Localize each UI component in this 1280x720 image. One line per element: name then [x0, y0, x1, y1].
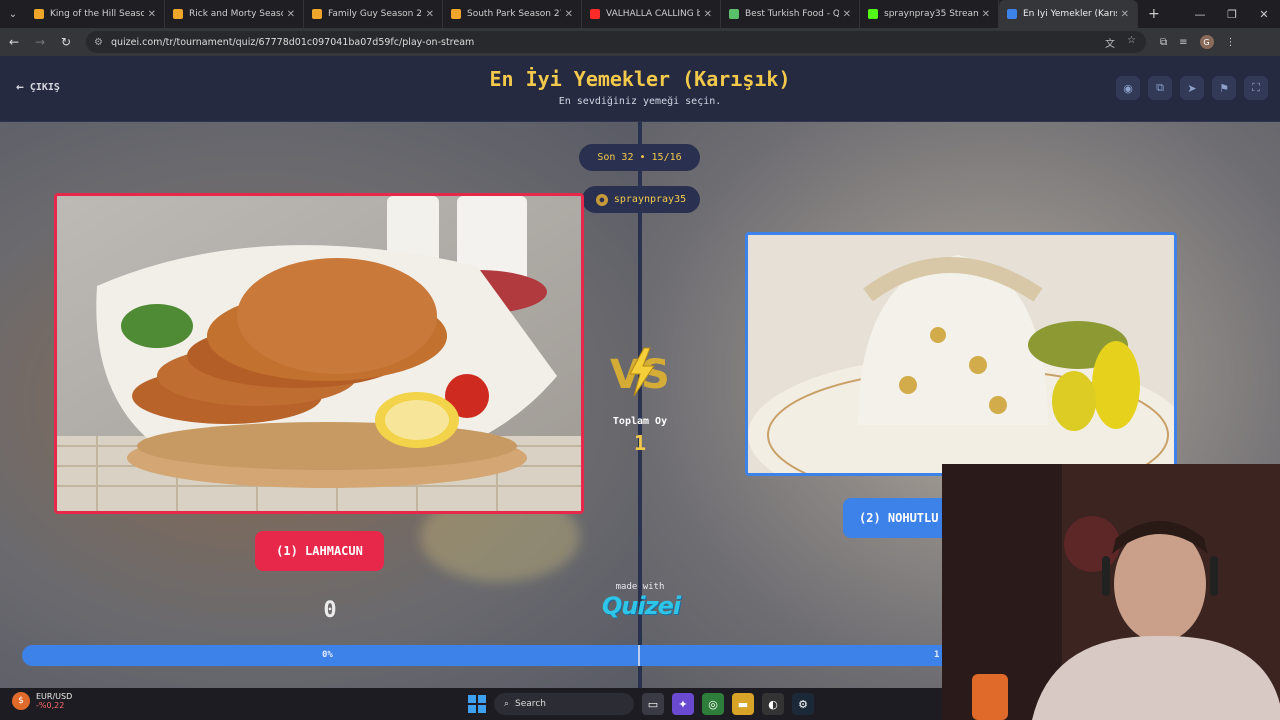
browser-tab[interactable]: En İyi Yemekler (Karışık) ✕ [999, 0, 1138, 28]
tab-title: En İyi Yemekler (Karışık) [1023, 9, 1117, 19]
tab-close-icon[interactable]: ✕ [843, 9, 851, 20]
ticker-name: EUR/USD [36, 692, 73, 701]
page-title: En İyi Yemekler (Karışık) [489, 67, 791, 91]
translate-icon[interactable]: 文 [1105, 35, 1115, 50]
browser-tab[interactable]: Family Guy Season 23 - W ✕ [304, 0, 443, 28]
ticker-change: -%0,22 [36, 701, 65, 710]
close-window-icon[interactable]: ✕ [1248, 0, 1280, 28]
tab-title: Family Guy Season 23 - W [328, 9, 422, 19]
eye-icon[interactable]: ◉ [1116, 76, 1140, 100]
nohutlu-pilav-photo [748, 235, 1174, 473]
option-1-image[interactable] [54, 193, 584, 514]
fullscreen-icon[interactable]: ⛶ [1244, 76, 1268, 100]
profile-avatar[interactable]: G [1199, 35, 1214, 49]
tab-close-icon[interactable]: ✕ [704, 9, 712, 20]
tab-favicon-icon [729, 9, 739, 19]
obs-icon[interactable]: ◐ [762, 693, 784, 715]
restore-icon[interactable]: ❐ [1216, 0, 1248, 28]
steam-icon[interactable]: ⚙ [792, 693, 814, 715]
tab-close-icon[interactable]: ✕ [426, 9, 434, 20]
webcam-overlay [942, 464, 1280, 720]
tab-favicon-icon [451, 9, 461, 19]
tab-favicon-icon [312, 9, 322, 19]
progress-midline [638, 645, 640, 666]
task-view-icon[interactable]: ▭ [642, 693, 664, 715]
lahmacun-photo [57, 196, 581, 511]
minimize-icon[interactable]: — [1184, 0, 1216, 28]
tab-title: Rick and Morty Season 8 [189, 9, 283, 19]
currency-icon: $ [12, 692, 30, 710]
browser-menu-icon[interactable]: ⋮ [1226, 37, 1236, 48]
streamer-name: spraynpray35 [613, 194, 687, 205]
page-subtitle: En sevdiğiniz yemeği seçin. [558, 96, 722, 107]
streamer-badge: ● spraynpray35 [582, 186, 700, 213]
copy-icon[interactable]: ⧉ [1148, 76, 1172, 100]
option-1-percent: 0% [322, 650, 333, 660]
tab-close-icon[interactable]: ✕ [982, 9, 990, 20]
reload-icon[interactable]: ↻ [54, 30, 78, 54]
send-icon[interactable]: ➤ [1180, 76, 1204, 100]
option-2-image[interactable] [745, 232, 1177, 476]
search-label: Search [515, 699, 546, 709]
quizei-logo[interactable]: Quizei [596, 592, 686, 620]
browser-tab[interactable]: Best Turkish Food - Quiz ✕ [721, 0, 860, 28]
round-indicator: Son 32 • 15/16 [579, 144, 700, 171]
tab-title: VALHALLA CALLING by M [606, 9, 700, 19]
streamer-webcam-feed [942, 464, 1280, 720]
tab-title: spraynpray35 Stream - W [884, 9, 978, 19]
browser-tab[interactable]: Rick and Morty Season 8 ✕ [165, 0, 304, 28]
tab-title: South Park Season 27 Epi [467, 9, 561, 19]
option-2-percent: 1 [934, 650, 940, 660]
tab-close-icon[interactable]: ✕ [1121, 9, 1129, 20]
media-controls-icon[interactable]: ≡ [1179, 37, 1187, 48]
back-icon[interactable]: ← [2, 30, 26, 54]
tab-search-icon[interactable]: ⌄ [0, 0, 26, 28]
flag-icon[interactable]: ⚑ [1212, 76, 1236, 100]
option-1-vote-count: 0 [323, 598, 337, 623]
versus-icon: VS [610, 347, 670, 398]
taskbar-search[interactable]: ⌕ Search [494, 693, 634, 715]
copilot-icon[interactable]: ✦ [672, 693, 694, 715]
tab-favicon-icon [1007, 9, 1017, 19]
tab-close-icon[interactable]: ✕ [287, 9, 295, 20]
total-votes-label: Toplam Oy [612, 416, 668, 427]
chrome-icon[interactable]: ◎ [702, 693, 724, 715]
site-info-icon[interactable]: ⚙ [94, 37, 103, 48]
start-icon[interactable] [468, 695, 486, 713]
total-votes-value: 1 [633, 431, 647, 455]
tab-favicon-icon [868, 9, 878, 19]
tab-title: Best Turkish Food - Quiz [745, 9, 839, 19]
new-tab-button[interactable]: + [1148, 6, 1160, 22]
tab-favicon-icon [173, 9, 183, 19]
file-explorer-icon[interactable]: ▬ [732, 693, 754, 715]
user-icon: ● [595, 193, 608, 206]
browser-tab[interactable]: South Park Season 27 Epi ✕ [443, 0, 582, 28]
os-taskbar: $ EUR/USD -%0,22 ⌕ Search ▭ ✦ ◎ ▬ ◐ ⚙ [0, 688, 942, 720]
tab-close-icon[interactable]: ✕ [565, 9, 573, 20]
extensions-icon[interactable]: ⧉ [1160, 37, 1167, 48]
tab-close-icon[interactable]: ✕ [148, 9, 156, 20]
url-text: quizei.com/tr/tournament/quiz/67778d01c0… [110, 36, 475, 48]
made-with-label: made with [615, 582, 665, 592]
url-field[interactable]: ⚙ quizei.com/tr/tournament/quiz/67778d01… [86, 31, 1146, 53]
tab-title: King of the Hill Season 14 [50, 9, 144, 19]
browser-tab-bar: ⌄ King of the Hill Season 14✕Rick and Mo… [0, 0, 1280, 28]
browser-tab[interactable]: King of the Hill Season 14 ✕ [26, 0, 165, 28]
browser-tab[interactable]: spraynpray35 Stream - W ✕ [860, 0, 999, 28]
tab-favicon-icon [34, 9, 44, 19]
address-bar: ← → ↻ ⚙ quizei.com/tr/tournament/quiz/67… [0, 28, 1280, 56]
currency-widget[interactable]: $ EUR/USD -%0,22 [12, 692, 72, 710]
bookmark-star-icon[interactable]: ☆ [1127, 35, 1136, 50]
search-icon: ⌕ [504, 699, 510, 709]
option-1-button[interactable]: (1) LAHMACUN [255, 531, 384, 571]
tab-favicon-icon [590, 9, 600, 19]
browser-tab[interactable]: VALHALLA CALLING by M ✕ [582, 0, 721, 28]
quiz-header: ← ÇIKIŞ En İyi Yemekler (Karışık) En sev… [0, 56, 1280, 122]
forward-icon[interactable]: → [28, 30, 52, 54]
